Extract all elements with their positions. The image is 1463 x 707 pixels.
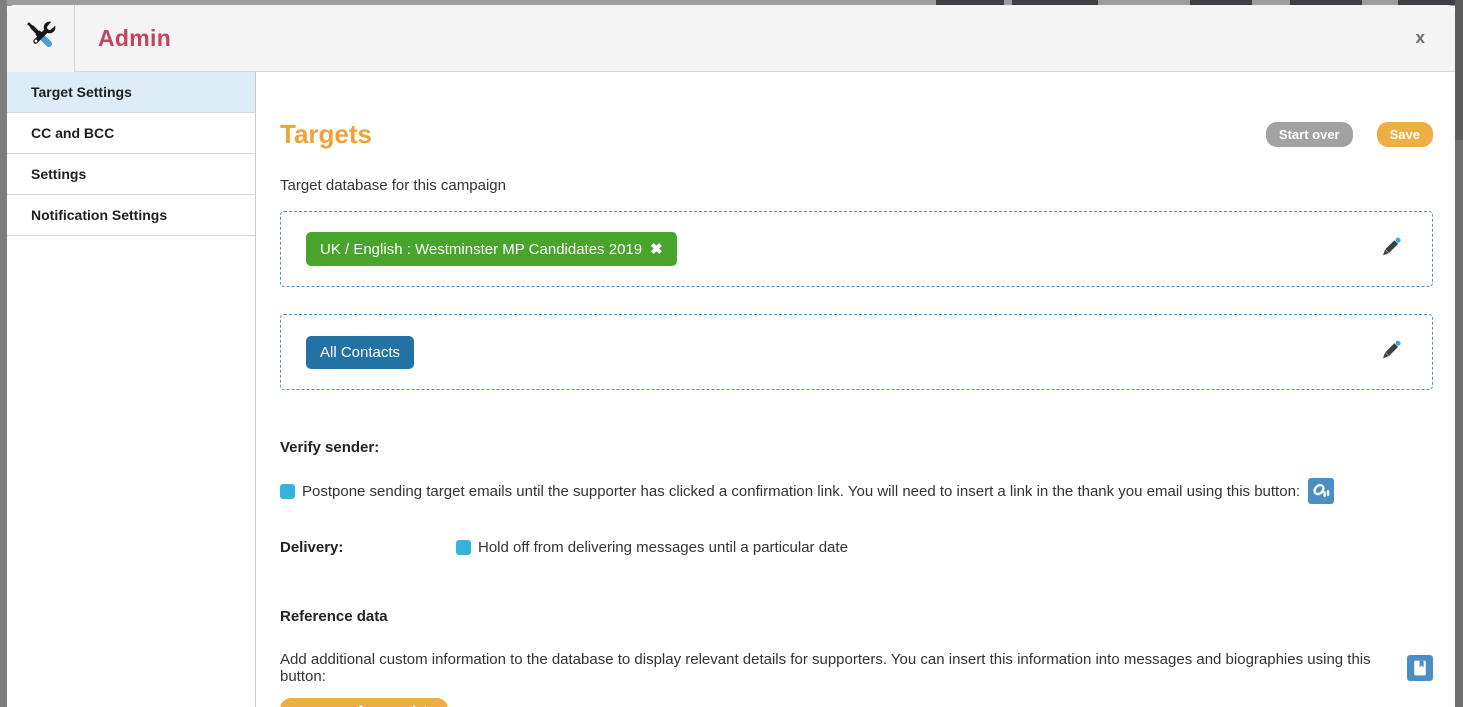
edit-segment-pencil-icon[interactable] [1378, 337, 1404, 368]
sidebar-item-target-settings[interactable]: Target Settings [7, 72, 255, 113]
backdrop-right-strip [1455, 0, 1463, 707]
verify-sender-row: Postpone sending target emails until the… [280, 478, 1433, 504]
insert-reference-data-button[interactable] [1407, 655, 1433, 681]
admin-dialog: Admin x Target Settings CC and BCC Setti… [7, 5, 1455, 707]
all-contacts-chip[interactable]: All Contacts [306, 336, 414, 369]
selected-database-chip[interactable]: UK / English : Westminster MP Candidates… [306, 232, 677, 266]
tools-icon-cell [7, 5, 75, 72]
delivery-row: Delivery: Hold off from delivering messa… [280, 539, 1433, 556]
header-buttons: Start over Save [1266, 122, 1433, 147]
dialog-title: Admin [75, 25, 171, 52]
verify-sender-label: Verify sender: [280, 439, 1433, 456]
hold-off-checkbox-text: Hold off from delivering messages until … [478, 539, 848, 556]
page-title: Targets [280, 119, 372, 150]
wrench-screwdriver-icon [21, 16, 61, 61]
postpone-checkbox[interactable] [280, 484, 295, 499]
postpone-checkbox-text: Postpone sending target emails until the… [302, 483, 1300, 500]
targets-header-row: Targets Start over Save [280, 119, 1433, 150]
reference-data-label: Reference data [280, 608, 1433, 625]
admin-modal-screen: Admin x Target Settings CC and BCC Setti… [0, 0, 1463, 707]
sidebar-item-notification-settings[interactable]: Notification Settings [7, 195, 255, 236]
selected-database-chip-label: UK / English : Westminster MP Candidates… [320, 241, 642, 258]
all-contacts-chip-label: All Contacts [320, 344, 400, 361]
backdrop-left-strip [0, 0, 7, 707]
settings-sidebar: Target Settings CC and BCC Settings Noti… [7, 72, 256, 707]
manage-reference-data-button[interactable]: manage reference data [280, 698, 448, 707]
dialog-header: Admin x [7, 5, 1455, 72]
sidebar-item-cc-and-bcc[interactable]: CC and BCC [7, 113, 255, 154]
start-over-button[interactable]: Start over [1266, 122, 1353, 147]
target-segment-box: All Contacts [280, 314, 1433, 390]
sidebar-item-label: CC and BCC [31, 125, 114, 141]
remove-database-icon[interactable]: ✖ [650, 240, 663, 258]
sidebar-item-label: Target Settings [31, 84, 132, 100]
close-icon[interactable]: x [1416, 28, 1455, 48]
sidebar-item-settings[interactable]: Settings [7, 154, 255, 195]
sidebar-item-label: Settings [31, 166, 86, 182]
target-database-box: UK / English : Westminster MP Candidates… [280, 211, 1433, 287]
save-button[interactable]: Save [1377, 122, 1433, 147]
delivery-label: Delivery: [280, 539, 456, 556]
hold-off-checkbox[interactable] [456, 540, 471, 555]
targets-panel: Targets Start over Save Target database … [256, 72, 1455, 707]
edit-database-pencil-icon[interactable] [1378, 234, 1404, 265]
reference-data-text: Add additional custom information to the… [280, 651, 1399, 685]
reference-data-paragraph: Add additional custom information to the… [280, 651, 1433, 685]
sidebar-item-label: Notification Settings [31, 207, 167, 223]
target-database-label: Target database for this campaign [280, 177, 1433, 194]
backdrop-scrollbar [1455, 0, 1463, 140]
dialog-body: Target Settings CC and BCC Settings Noti… [7, 72, 1455, 707]
insert-confirmation-link-button[interactable] [1308, 478, 1334, 504]
